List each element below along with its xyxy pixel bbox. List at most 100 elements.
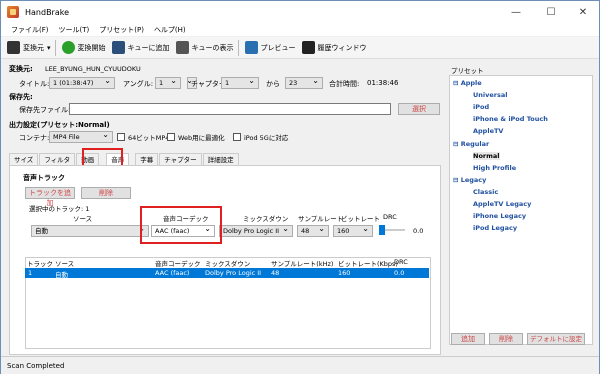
preset-add-button[interactable]: 追加 [451,333,485,345]
cell-track: 1 [28,269,33,277]
preset-classic[interactable]: Classic [473,188,498,196]
drc-value: 0.0 [413,227,424,235]
preset-ipod[interactable]: iPod [473,103,489,111]
ipod-5g-checkbox[interactable]: iPod 5Gに対応 [233,132,288,142]
drc-slider[interactable] [379,225,409,243]
header-track: トラック [27,260,53,268]
tab-filters[interactable]: フィルタ [39,153,76,165]
container-select[interactable]: MP4 File [49,131,113,143]
tab-size[interactable]: サイズ [9,153,39,165]
source-heading: 変換元: [9,65,33,73]
preset-group-regular[interactable]: ⊟ Regular [453,140,489,148]
preview-button[interactable]: プレビュー [244,39,296,57]
chapter-to-select[interactable]: 23 [285,77,323,89]
preset-iphone-legacy[interactable]: iPhone Legacy [473,212,526,220]
app-window: HandBrake — ☐ ✕ ファイル(F) ツール(T) プリセット(P) … [0,0,600,374]
cell-codec: AAC (faac) [155,269,190,277]
maximize-icon[interactable]: ☐ [536,1,566,23]
checkbox-icon [167,133,175,141]
handbrake-icon [7,6,19,18]
container-label: コンテナ: [19,134,50,142]
queue-icon [175,41,189,54]
samplerate-select[interactable]: 48 [297,225,329,237]
title-select[interactable]: 1 (01:38:47) [49,77,115,89]
cell-bitrate: 160 [338,269,351,277]
preset-group-label: Apple [460,79,482,87]
mixdown-col-label: ミックスダウン [243,215,289,223]
mp4-64bit-label: 64ビットMP4 [128,134,170,142]
table-row[interactable]: 1 自動 AAC (faac) Dolby Pro Logic II 48 16… [25,268,429,279]
angle-select[interactable]: 1 [155,77,181,89]
chevron-down-icon[interactable]: ▾ [47,44,51,52]
add-queue-icon [111,41,125,54]
destination-file-label: 保存先ファイル: [19,106,71,114]
source-label: 変換元 [23,43,44,52]
tab-chapters[interactable]: チャプター [159,153,202,165]
status-bar: Scan Completed [1,356,599,374]
audio-tracks-heading: 音声トラック [23,174,65,182]
toolbar-separator [237,39,239,56]
header-source: ソース [55,260,75,268]
preset-appletv-legacy[interactable]: AppleTV Legacy [473,200,531,208]
preset-group-label: Legacy [460,176,487,184]
highlight-audio-codec [140,206,222,244]
destination-heading: 保存先: [9,93,33,101]
preset-high-profile[interactable]: High Profile [473,164,516,172]
tab-advanced[interactable]: 詳細設定 [202,153,239,165]
preset-remove-button[interactable]: 削除 [489,333,523,345]
preset-group-legacy[interactable]: ⊟ Legacy [453,176,486,184]
status-text: Scan Completed [7,362,65,370]
preset-default-button[interactable]: デフォルトに設定 [527,333,585,345]
title-bar: HandBrake — ☐ ✕ [1,1,599,23]
ipod-5g-label: iPod 5Gに対応 [244,134,289,142]
add-queue-button[interactable]: キューに追加 [111,39,170,57]
duration-label: 合計時間: [329,80,360,88]
show-queue-button[interactable]: キューの表示 [175,39,234,57]
preview-icon [244,41,258,54]
tab-subtitles[interactable]: 字幕 [135,153,159,165]
toolbar-separator [54,39,56,56]
chapter-from-select[interactable]: 1 [221,77,259,89]
menu-presets[interactable]: プリセット(P) [99,25,144,35]
duration-value: 01:38:46 [367,79,399,87]
web-optimize-checkbox[interactable]: Web用に最適化 [167,132,225,142]
add-track-button[interactable]: トラックを追加 [25,187,75,207]
source-col-label: ソース [73,215,93,223]
drc-col-label: DRC [383,213,397,221]
film-icon [7,41,20,54]
source-name: LEE_BYUNG_HUN_CYUUDOKU [45,65,141,73]
menu-bar: ファイル(F) ツール(T) プリセット(P) ヘルプ(H) [1,23,599,36]
menu-file[interactable]: ファイル(F) [11,25,49,35]
checkbox-icon [233,133,241,141]
destination-file-input[interactable] [69,103,391,115]
preset-group-apple[interactable]: ⊟ Apple [453,79,482,87]
browse-button[interactable]: 選択 [398,103,440,115]
header-samplerate: サンプルレート(kHz) [271,260,334,268]
mixdown-select[interactable]: Dolby Pro Logic II [219,225,293,237]
bitrate-col-label: ビットレート [341,215,380,223]
add-queue-label: キューに追加 [127,43,170,52]
preset-appletv[interactable]: AppleTV [473,127,503,135]
preset-universal[interactable]: Universal [473,91,507,99]
preset-normal[interactable]: Normal [473,152,500,160]
remove-track-button[interactable]: 削除 [81,187,131,199]
menu-help[interactable]: ヘルプ(H) [154,25,186,35]
bitrate-select[interactable]: 160 [333,225,373,237]
start-button[interactable]: 変換開始 [61,39,106,57]
minimize-icon[interactable]: — [501,1,531,23]
samplerate-col-label: サンプルレート [298,215,344,223]
preset-iphone-ipod-touch[interactable]: iPhone & iPod Touch [473,115,548,123]
audio-source-select[interactable]: 自動 [31,225,149,237]
source-button[interactable]: 変換元 ▾ [7,39,51,57]
cell-source: 自動 [55,271,68,279]
menu-tools[interactable]: ツール(T) [59,25,90,35]
header-bitrate: ビットレート(Kbps) [338,260,398,268]
close-icon[interactable]: ✕ [568,1,598,23]
mp4-64bit-checkbox[interactable]: 64ビットMP4 [117,132,169,142]
preset-ipod-legacy[interactable]: iPod Legacy [473,224,517,232]
terminal-icon [301,41,315,54]
activity-button[interactable]: 履歴ウィンドウ [301,39,367,57]
output-settings-heading: 出力設定(プリセット:Normal) [9,121,110,129]
start-label: 変換開始 [77,43,106,52]
preset-group-label: Regular [460,140,490,148]
